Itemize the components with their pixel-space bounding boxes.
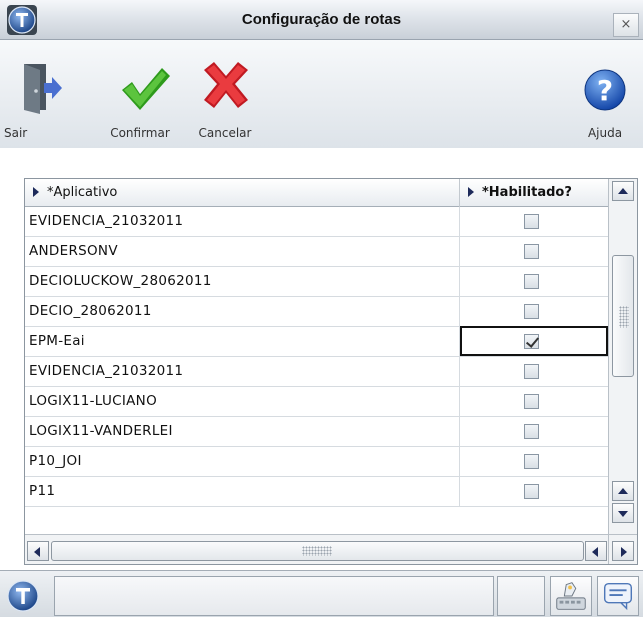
arrow-up-icon: [618, 188, 628, 194]
enabled-cell[interactable]: [460, 477, 608, 506]
cancel-button[interactable]: Cancelar: [190, 60, 260, 144]
enabled-cell[interactable]: [460, 387, 608, 416]
table-row[interactable]: DECIO_28062011: [25, 297, 608, 327]
status-message-field: [54, 576, 494, 616]
app-cell[interactable]: P11: [25, 477, 460, 506]
table-row[interactable]: LOGIX11-LUCIANO: [25, 387, 608, 417]
table-row[interactable]: EVIDENCIA_21032011: [25, 207, 608, 237]
app-cell[interactable]: DECIOLUCKOW_28062011: [25, 267, 460, 296]
svg-text:?: ?: [597, 74, 613, 107]
table-row[interactable]: LOGIX11-VANDERLEI: [25, 417, 608, 447]
table-row[interactable]: ANDERSONV: [25, 237, 608, 267]
enabled-checkbox[interactable]: [524, 424, 539, 439]
column-header-app-label: *Aplicativo: [47, 185, 118, 200]
enabled-cell[interactable]: [460, 447, 608, 476]
app-cell[interactable]: ANDERSONV: [25, 237, 460, 266]
enabled-cell-focused[interactable]: [460, 326, 608, 356]
help-button[interactable]: ? Ajuda: [577, 60, 633, 144]
scroll-down-button[interactable]: [612, 503, 634, 523]
enabled-checkbox[interactable]: [524, 364, 539, 379]
grip-icon: [302, 546, 332, 556]
column-header-enabled-label: *Habilitado?: [482, 185, 572, 200]
scroll-left-button[interactable]: [27, 541, 49, 561]
keyboard-icon: [556, 582, 586, 610]
help-label: Ajuda: [587, 126, 623, 140]
enabled-checkbox-checked[interactable]: [524, 334, 539, 349]
chat-bubble-icon: [603, 582, 633, 611]
exit-button[interactable]: Sair: [4, 60, 64, 144]
enabled-checkbox[interactable]: [524, 214, 539, 229]
enabled-checkbox[interactable]: [524, 454, 539, 469]
table-row[interactable]: P11: [25, 477, 608, 507]
enabled-cell[interactable]: [460, 357, 608, 386]
app-cell[interactable]: EVIDENCIA_21032011: [25, 207, 460, 236]
sort-triangle-icon: [468, 187, 474, 197]
grid-rows: EVIDENCIA_21032011 ANDERSONV DECIOLUCKOW…: [25, 207, 608, 507]
cancel-label: Cancelar: [198, 126, 252, 140]
green-check-icon: [122, 68, 170, 110]
column-header-app[interactable]: *Aplicativo: [25, 179, 460, 207]
enabled-cell[interactable]: [460, 267, 608, 296]
enabled-cell[interactable]: [460, 237, 608, 266]
scroll-up-button[interactable]: [612, 481, 634, 501]
column-header-enabled[interactable]: *Habilitado?: [460, 179, 608, 207]
status-bar: [0, 570, 643, 617]
enabled-cell[interactable]: [460, 417, 608, 446]
horizontal-scrollbar[interactable]: [25, 534, 608, 564]
arrow-up-icon: [618, 488, 628, 494]
vertical-scrollbar[interactable]: [608, 179, 637, 534]
exit-label: Sair: [4, 126, 28, 140]
red-x-icon: [204, 62, 248, 108]
app-cell[interactable]: P10_JOI: [25, 447, 460, 476]
table-row[interactable]: P10_JOI: [25, 447, 608, 477]
routes-grid: *Aplicativo *Habilitado? EVIDENCIA_21032…: [24, 178, 638, 565]
grid-header: *Aplicativo *Habilitado?: [25, 179, 608, 207]
arrow-down-icon: [618, 511, 628, 517]
enabled-checkbox[interactable]: [524, 484, 539, 499]
title-bar: Configuração de rotas ×: [0, 0, 643, 40]
sort-triangle-icon: [33, 187, 39, 197]
table-row[interactable]: DECIOLUCKOW_28062011: [25, 267, 608, 297]
scroll-corner: [608, 534, 637, 564]
grip-icon: [619, 306, 629, 328]
window-title: Configuração de rotas: [241, 11, 402, 28]
scroll-right-button[interactable]: [612, 541, 634, 561]
confirm-button[interactable]: Confirmar: [100, 60, 180, 144]
enabled-cell[interactable]: [460, 297, 608, 326]
scroll-left-end-button[interactable]: [585, 541, 607, 561]
arrow-left-icon: [34, 547, 40, 557]
close-button[interactable]: ×: [613, 13, 639, 37]
arrow-right-icon: [621, 547, 627, 557]
confirm-label: Confirmar: [110, 126, 170, 140]
app-cell[interactable]: EPM-Eai: [25, 327, 460, 356]
enabled-checkbox[interactable]: [524, 244, 539, 259]
scroll-up-top-button[interactable]: [612, 181, 634, 201]
toolbar: Sair Confirmar Cancelar ? Ajuda: [0, 40, 643, 148]
enabled-checkbox[interactable]: [524, 274, 539, 289]
help-question-icon: ?: [584, 69, 626, 111]
enabled-cell[interactable]: [460, 207, 608, 236]
status-info-field: [497, 576, 545, 616]
app-logo-icon[interactable]: [6, 579, 40, 613]
arrow-left-icon: [592, 547, 598, 557]
enabled-checkbox[interactable]: [524, 304, 539, 319]
table-row-selected[interactable]: EPM-Eai: [25, 326, 608, 357]
door-exit-icon: [24, 64, 62, 114]
table-row[interactable]: EVIDENCIA_21032011: [25, 357, 608, 387]
chat-button[interactable]: [597, 576, 639, 616]
app-cell[interactable]: EVIDENCIA_21032011: [25, 357, 460, 386]
horizontal-scroll-thumb[interactable]: [51, 541, 584, 561]
keyboard-button[interactable]: [550, 576, 592, 616]
app-cell[interactable]: DECIO_28062011: [25, 297, 460, 326]
enabled-checkbox[interactable]: [524, 394, 539, 409]
vertical-scroll-thumb[interactable]: [612, 255, 634, 377]
app-cell[interactable]: LOGIX11-LUCIANO: [25, 387, 460, 416]
app-cell[interactable]: LOGIX11-VANDERLEI: [25, 417, 460, 446]
